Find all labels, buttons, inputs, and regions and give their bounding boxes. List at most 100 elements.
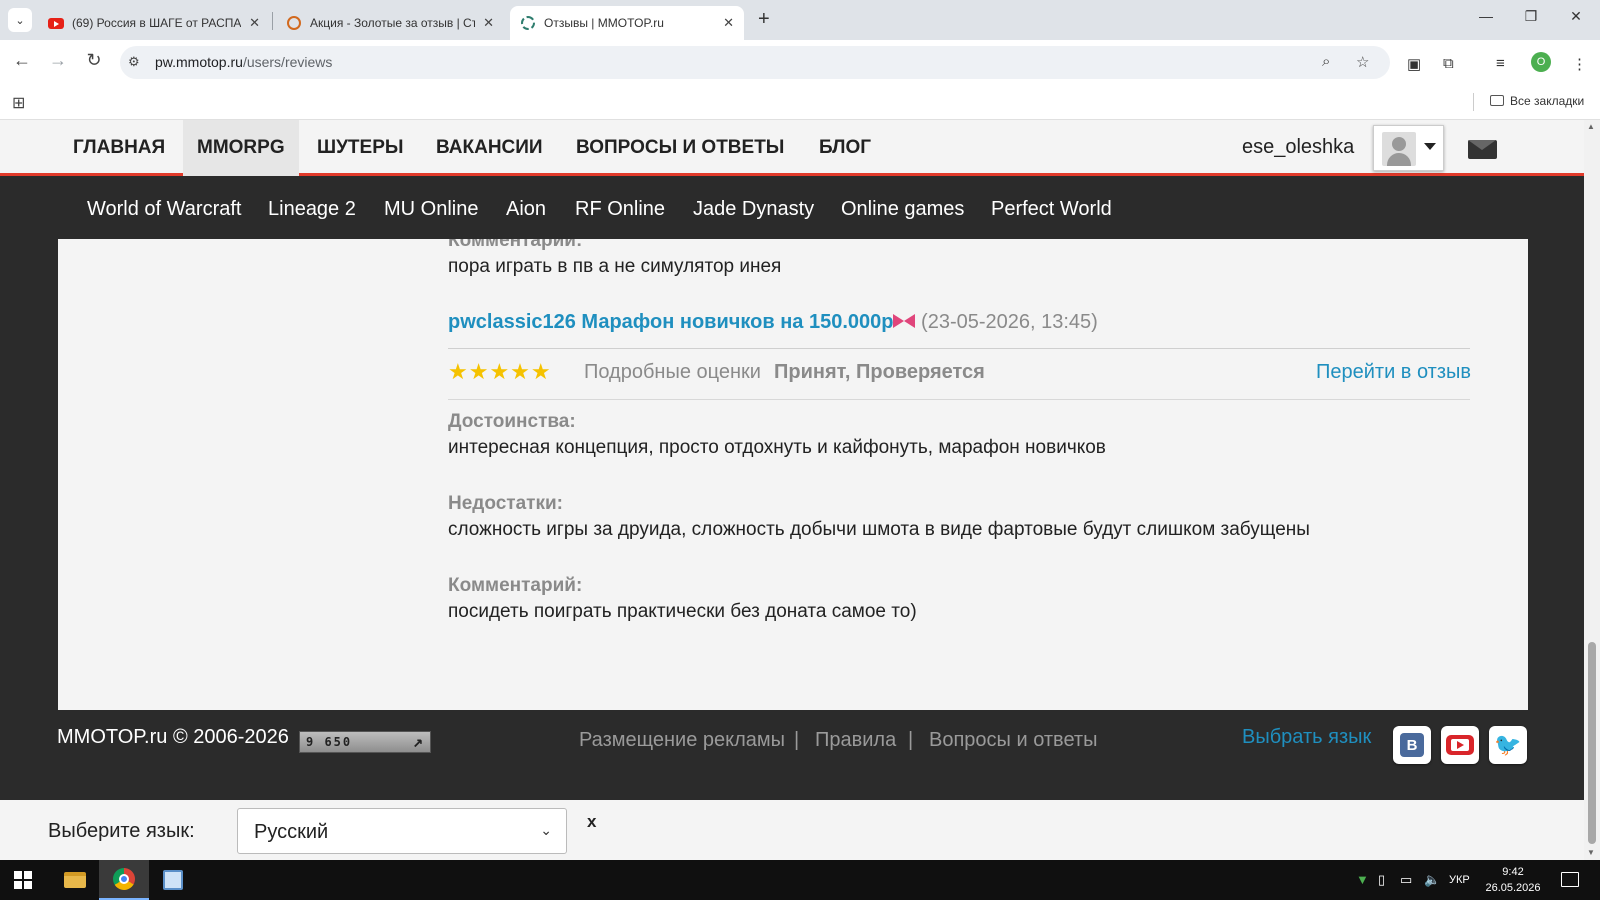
close-icon[interactable]: ✕: [249, 15, 260, 31]
footer-link-rules[interactable]: Правила: [815, 729, 896, 752]
username[interactable]: ese_oleshka: [1242, 136, 1354, 159]
site-top-nav: ГЛАВНАЯ MMORPG ШУТЕРЫ ВАКАНСИИ ВОПРОСЫ И…: [0, 120, 1584, 176]
counter-value: 9 650: [306, 735, 353, 749]
tab-search-button[interactable]: ⌄: [8, 8, 32, 32]
clock-time: 9:42: [1502, 866, 1524, 878]
review-title-link[interactable]: pwclassic126 Марафон новичков на 150.000…: [448, 311, 893, 333]
reviews-content: Комментарий: пора играть в пв а не симул…: [58, 239, 1528, 710]
nav-main[interactable]: ГЛАВНАЯ: [59, 120, 179, 176]
windows-start-icon[interactable]: [14, 871, 32, 889]
clock-date: 26.05.2026: [1485, 882, 1541, 894]
cons-text: сложность игры за друида, сложность добы…: [448, 519, 1310, 540]
footer-separator: |: [908, 729, 914, 751]
tab-separator: [272, 12, 273, 30]
chevron-down-icon: ⌄: [540, 822, 552, 838]
notepad-app-icon[interactable]: [163, 870, 183, 890]
game-nav-rf-online[interactable]: RF Online: [575, 179, 665, 239]
notification-center-icon[interactable]: [1561, 872, 1579, 887]
footer-link-faq[interactable]: Вопросы и ответы: [929, 729, 1097, 752]
menu-kebab-icon[interactable]: ⋮: [1572, 55, 1587, 73]
twitter-icon[interactable]: 🐦: [1489, 726, 1527, 764]
tab-gold-promo[interactable]: Акция - Золотые за отзыв | Ст ✕: [276, 6, 504, 40]
game-nav-mu-online[interactable]: MU Online: [384, 179, 478, 239]
input-language[interactable]: УКР: [1449, 874, 1470, 886]
reload-icon[interactable]: ↻: [82, 50, 106, 71]
media-icon[interactable]: ≡: [1496, 55, 1505, 72]
divider: [448, 399, 1470, 400]
pros-text: интересная концепция, просто отдохнуть и…: [448, 437, 1106, 458]
comment-label: Комментарий:: [448, 575, 583, 596]
tab-title: Отзывы | MMOTOP.ru: [544, 16, 664, 30]
pros-label: Достоинства:: [448, 411, 576, 432]
user-menu-button[interactable]: [1373, 125, 1444, 171]
divider: [448, 348, 1470, 349]
battery-icon[interactable]: ▯: [1378, 872, 1385, 888]
new-tab-icon[interactable]: +: [758, 8, 770, 31]
game-nav-perfect-world[interactable]: Perfect World: [991, 179, 1112, 239]
file-explorer-icon[interactable]: [64, 872, 86, 888]
url-text[interactable]: pw.mmotop.ru/users/reviews: [155, 54, 332, 70]
forward-icon[interactable]: →: [46, 50, 70, 71]
mail-icon[interactable]: [1468, 140, 1497, 159]
address-bar[interactable]: ⚙ pw.mmotop.ru/users/reviews ⌕ ☆: [120, 46, 1390, 79]
apps-grid-icon[interactable]: ⊞: [12, 93, 25, 113]
bookmark-star-icon[interactable]: ☆: [1356, 53, 1369, 71]
scroll-down-icon[interactable]: ▼: [1587, 848, 1595, 857]
nav-shooters[interactable]: ШУТЕРЫ: [303, 120, 417, 176]
vk-icon[interactable]: B: [1393, 726, 1431, 764]
nav-blog[interactable]: БЛОГ: [805, 120, 885, 176]
page-viewport: ГЛАВНАЯ MMORPG ШУТЕРЫ ВАКАНСИИ ВОПРОСЫ И…: [0, 120, 1584, 860]
minimize-icon[interactable]: —: [1476, 8, 1496, 24]
language-bar-close-button[interactable]: x: [587, 812, 596, 832]
avatar: [1382, 132, 1416, 166]
nav-faq[interactable]: ВОПРОСЫ И ОТВЕТЫ: [562, 120, 798, 176]
cast-icon[interactable]: ▣: [1407, 55, 1421, 73]
game-nav-online-games[interactable]: Online games: [841, 179, 964, 239]
star-rating: ★★★★★: [448, 359, 552, 384]
game-nav-lineage2[interactable]: Lineage 2: [268, 179, 356, 239]
prev-comment-text: пора играть в пв а не симулятор инея: [448, 256, 782, 277]
vk-letter: B: [1400, 733, 1424, 757]
detailed-ratings-link[interactable]: Подробные оценки: [584, 361, 761, 384]
bookmarks-bar: ⊞ Все закладки: [0, 85, 1600, 120]
choose-language-link[interactable]: Выбрать язык: [1242, 726, 1371, 749]
tab-reviews-active[interactable]: Отзывы | MMOTOP.ru ✕: [510, 6, 744, 40]
visitor-counter[interactable]: 9 650 ↗: [299, 731, 431, 753]
all-bookmarks-button[interactable]: Все закладки: [1490, 94, 1584, 108]
tab-title: (69) Россия в ШАГЕ от РАСПАД: [72, 16, 242, 30]
window-close-icon[interactable]: ✕: [1566, 8, 1586, 25]
footer-link-advertising[interactable]: Размещение рекламы: [579, 729, 785, 752]
zoom-icon[interactable]: ⌕: [1322, 53, 1330, 70]
language-bar: Выберите язык: Русский ⌄ x: [0, 800, 1584, 860]
game-nav-jade-dynasty[interactable]: Jade Dynasty: [693, 179, 814, 239]
close-icon[interactable]: ✕: [723, 15, 734, 31]
network-icon[interactable]: ▭: [1400, 872, 1412, 888]
scroll-up-icon[interactable]: ▲: [1587, 122, 1595, 131]
footer-separator: |: [794, 729, 800, 751]
site-icon: [286, 15, 302, 31]
vpn-shield-icon[interactable]: ▼: [1356, 872, 1369, 887]
review-header: pwclassic126 Марафон новичков на 150.000…: [448, 311, 1098, 334]
extensions-icon[interactable]: ⧉: [1443, 55, 1454, 72]
scroll-thumb[interactable]: [1588, 642, 1596, 844]
back-icon[interactable]: ←: [10, 50, 34, 71]
game-nav-wow[interactable]: World of Warcraft: [87, 179, 241, 239]
browser-toolbar: ← → ↻ ⚙ pw.mmotop.ru/users/reviews ⌕ ☆ ▣…: [0, 40, 1600, 85]
youtube-icon[interactable]: [1441, 726, 1479, 764]
site-settings-icon[interactable]: ⚙: [128, 54, 140, 70]
nav-mmorpg[interactable]: MMORPG: [183, 120, 299, 176]
go-to-review-link[interactable]: Перейти в отзыв: [1316, 361, 1471, 384]
tab-youtube[interactable]: (69) Россия в ШАГЕ от РАСПАД ✕: [38, 6, 270, 40]
language-label: Выберите язык:: [48, 820, 195, 842]
profile-avatar[interactable]: O: [1531, 52, 1551, 72]
chevron-down-icon: [1424, 143, 1436, 150]
taskbar-clock[interactable]: 9:42 26.05.2026: [1478, 864, 1548, 896]
taskbar-chrome-button[interactable]: [99, 860, 149, 900]
language-select[interactable]: Русский ⌄: [237, 808, 567, 854]
maximize-icon[interactable]: ❐: [1521, 8, 1541, 25]
volume-icon[interactable]: 🔈: [1424, 872, 1440, 888]
close-icon[interactable]: ✕: [483, 15, 494, 31]
nav-vacancies[interactable]: ВАКАНСИИ: [422, 120, 557, 176]
page-scrollbar[interactable]: ▲ ▼: [1584, 120, 1600, 860]
game-nav-aion[interactable]: Aion: [506, 179, 546, 239]
